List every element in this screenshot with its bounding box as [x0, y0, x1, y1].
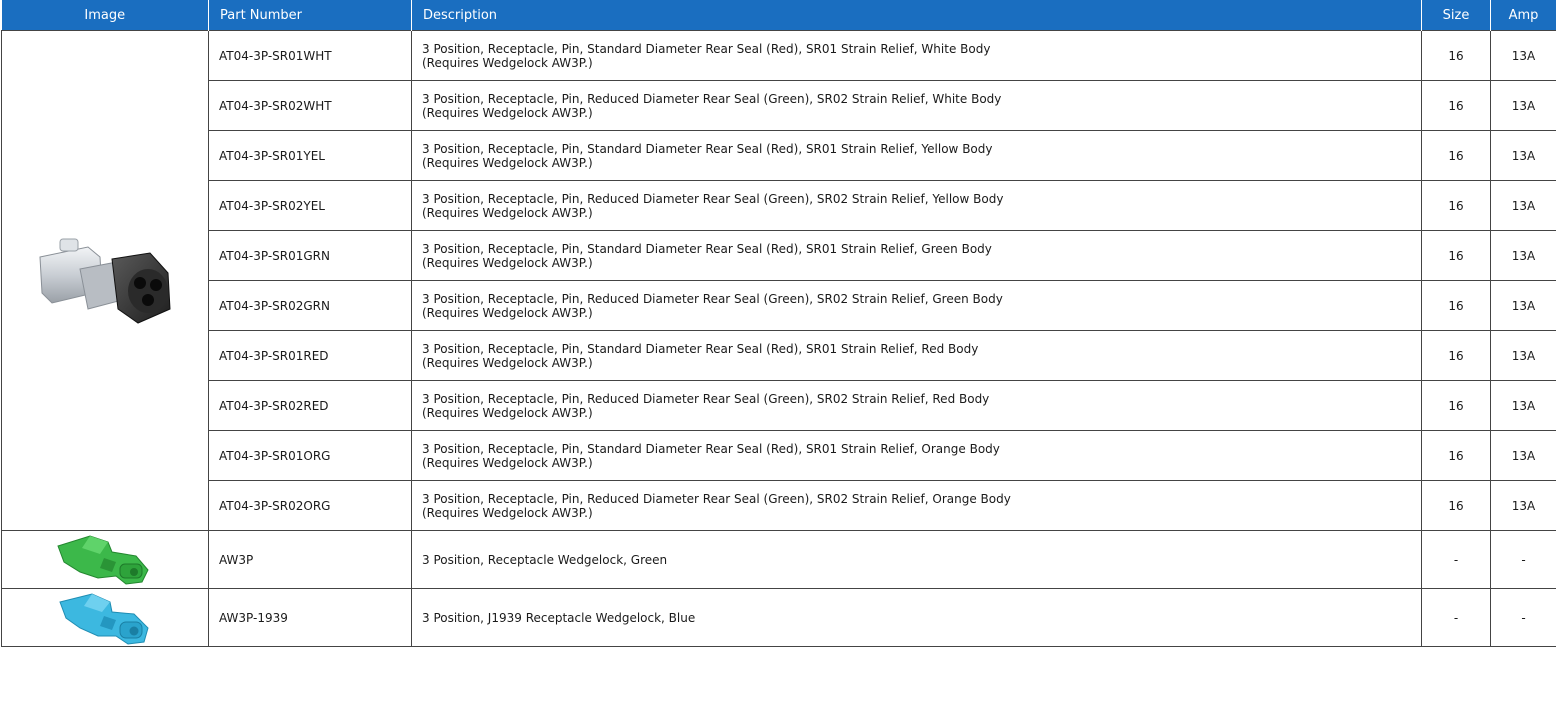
wedgelock-image-cell [1, 530, 209, 589]
amp-cell: 13A [1490, 330, 1556, 381]
size-cell: 16 [1421, 280, 1491, 331]
amp-cell: 13A [1490, 130, 1556, 181]
part-number-cell: AT04-3P-SR02WHT [208, 80, 412, 131]
table-row: AT04-3P-SR01WHT 3 Position, Receptacle, … [1, 30, 1556, 531]
part-number-cell: AT04-3P-SR02RED [208, 380, 412, 431]
size-cell: 16 [1421, 430, 1491, 481]
amp-cell: 13A [1490, 30, 1556, 81]
description-cell: 3 Position, Receptacle, Pin, Standard Di… [411, 30, 1422, 81]
size-cell: 16 [1421, 380, 1491, 431]
part-number-cell: AW3P [208, 530, 412, 589]
wedgelock-image-cell [1, 588, 209, 647]
table-header-row: Image Part Number Description Size Amp [1, 0, 1556, 31]
part-number-cell: AT04-3P-SR01GRN [208, 230, 412, 281]
part-number-cell: AT04-3P-SR02YEL [208, 180, 412, 231]
size-cell: 16 [1421, 30, 1491, 81]
description-cell: 3 Position, Receptacle, Pin, Reduced Dia… [411, 180, 1422, 231]
description-cell: 3 Position, J1939 Receptacle Wedgelock, … [411, 588, 1422, 647]
table-row: AT04-3P-SR01GRN 3 Position, Receptacle, … [2, 230, 1556, 281]
table-row: AW3P 3 Position, Receptacle Wedgelock, G… [1, 530, 1556, 589]
part-number-cell: AT04-3P-SR01RED [208, 330, 412, 381]
part-number-cell: AW3P-1939 [208, 588, 412, 647]
table-row: AW3P-1939 3 Position, J1939 Receptacle W… [1, 588, 1556, 647]
connector-icon [39, 238, 171, 324]
description-cell: 3 Position, Receptacle, Pin, Standard Di… [411, 430, 1422, 481]
part-number-cell: AT04-3P-SR01ORG [208, 430, 412, 481]
header-description: Description [411, 0, 1422, 31]
table-row: AT04-3P-SR02RED 3 Position, Receptacle, … [2, 380, 1556, 431]
amp-cell: 13A [1490, 480, 1556, 531]
part-number-cell: AT04-3P-SR01YEL [208, 130, 412, 181]
table-row: AT04-3P-SR01ORG 3 Position, Receptacle, … [2, 430, 1556, 481]
header-amp: Amp [1490, 0, 1556, 31]
amp-cell: 13A [1490, 230, 1556, 281]
table-row: AT04-3P-SR01YEL 3 Position, Receptacle, … [2, 130, 1556, 181]
amp-cell: 13A [1490, 80, 1556, 131]
description-cell: 3 Position, Receptacle, Pin, Standard Di… [411, 130, 1422, 181]
description-cell: 3 Position, Receptacle Wedgelock, Green [411, 530, 1422, 589]
header-image: Image [1, 0, 209, 31]
size-cell: 16 [1421, 130, 1491, 181]
size-cell: 16 [1421, 480, 1491, 531]
size-cell: 16 [1421, 230, 1491, 281]
description-cell: 3 Position, Receptacle, Pin, Reduced Dia… [411, 380, 1422, 431]
table-row: AT04-3P-SR01RED 3 Position, Receptacle, … [2, 330, 1556, 381]
size-cell: 16 [1421, 330, 1491, 381]
amp-cell: - [1490, 530, 1556, 589]
table-row: AT04-3P-SR02GRN 3 Position, Receptacle, … [2, 280, 1556, 331]
part-number-cell: AT04-3P-SR01WHT [208, 30, 412, 81]
description-cell: 3 Position, Receptacle, Pin, Standard Di… [411, 330, 1422, 381]
parts-table: Image Part Number Description Size Amp A… [1, 0, 1556, 647]
part-number-cell: AT04-3P-SR02GRN [208, 280, 412, 331]
blue-wedgelock-icon [59, 592, 149, 645]
size-cell: 16 [1421, 80, 1491, 131]
amp-cell: 13A [1490, 180, 1556, 231]
table-row: AT04-3P-SR02ORG 3 Position, Receptacle, … [2, 480, 1556, 531]
description-cell: 3 Position, Receptacle, Pin, Standard Di… [411, 230, 1422, 281]
description-cell: 3 Position, Receptacle, Pin, Reduced Dia… [411, 80, 1422, 131]
amp-cell: 13A [1490, 430, 1556, 481]
table-row: AT04-3P-SR02YEL 3 Position, Receptacle, … [2, 180, 1556, 231]
size-cell: - [1421, 588, 1491, 647]
amp-cell: - [1490, 588, 1556, 647]
size-cell: 16 [1421, 180, 1491, 231]
table-row: AT04-3P-SR02WHT 3 Position, Receptacle, … [2, 80, 1556, 131]
amp-cell: 13A [1490, 280, 1556, 331]
connector-image-cell [1, 30, 209, 531]
description-cell: 3 Position, Receptacle, Pin, Reduced Dia… [411, 280, 1422, 331]
description-cell: 3 Position, Receptacle, Pin, Reduced Dia… [411, 480, 1422, 531]
header-size: Size [1421, 0, 1491, 31]
green-wedgelock-icon [57, 534, 149, 585]
amp-cell: 13A [1490, 380, 1556, 431]
size-cell: - [1421, 530, 1491, 589]
header-part-number: Part Number [208, 0, 412, 31]
part-number-cell: AT04-3P-SR02ORG [208, 480, 412, 531]
